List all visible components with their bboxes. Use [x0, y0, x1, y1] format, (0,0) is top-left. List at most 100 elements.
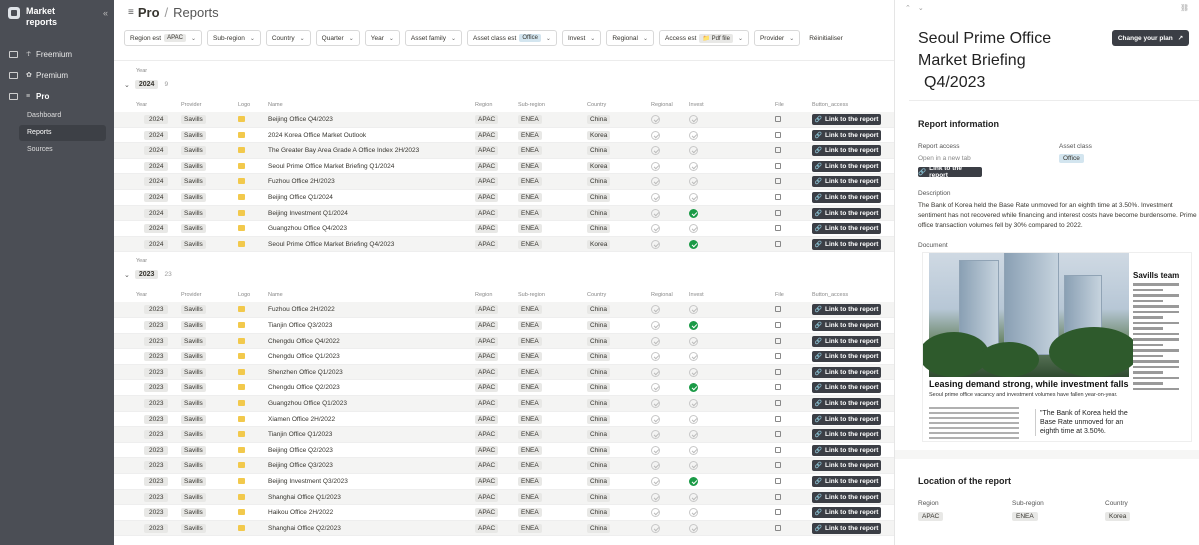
filter-regional[interactable]: Regional ⌄ [606, 30, 655, 46]
link-to-report-button[interactable]: 🔗 Link to the report [812, 491, 881, 503]
report-name[interactable]: Chengdu Office Q4/2022 [268, 337, 340, 346]
pdf-file-icon[interactable] [775, 368, 781, 375]
pdf-file-icon[interactable] [775, 415, 781, 422]
invest-check-icon[interactable] [689, 336, 698, 346]
column-header-regional[interactable]: Regional [651, 102, 673, 108]
table-row[interactable]: 2023 Savills Guangzhou Office Q1/2023 APAC E… [114, 396, 894, 412]
table-row[interactable]: 2024 Savills Seoul Prime Office Market Bri… [114, 236, 894, 253]
regional-check-icon[interactable] [651, 399, 660, 408]
table-row[interactable]: 2023 Savills Shanghai Office Q2/2023 APAC EN… [114, 520, 894, 537]
column-header-country[interactable]: Country [587, 292, 606, 298]
filter-asset-class-est[interactable]: Asset class est Office ⌄ [466, 30, 557, 46]
filter-provider[interactable]: Provider ⌄ [753, 30, 801, 46]
copy-link-icon[interactable]: ⛓ [1180, 4, 1189, 12]
invest-check-icon[interactable] [689, 193, 698, 202]
pdf-file-icon[interactable] [775, 431, 781, 438]
pdf-file-icon[interactable] [775, 225, 781, 232]
sidebar-sub-dashboard[interactable]: Dashboard [19, 108, 106, 124]
report-name[interactable]: Seoul Prime Office Market Briefing Q4/20… [268, 240, 394, 249]
table-row[interactable]: 2024 Savills Beijing Office Q4/2023 APAC ENE… [114, 112, 894, 128]
link-to-report-button[interactable]: 🔗 Link to the report [812, 223, 881, 235]
column-header-provider[interactable]: Provider [181, 102, 201, 108]
column-header-year[interactable]: Year [136, 102, 147, 108]
regional-check-icon[interactable] [651, 130, 660, 140]
table-row[interactable]: 2023 Savills Tianjin Office Q1/2023 APAC ENE… [114, 427, 894, 443]
column-header-region[interactable]: Region [475, 102, 492, 108]
invest-check-icon[interactable] [689, 352, 698, 362]
column-header-provider[interactable]: Provider [181, 292, 201, 298]
column-header-country[interactable]: Country [587, 102, 606, 108]
link-to-report-button[interactable]: 🔗 Link to the report [812, 176, 881, 188]
invest-check-icon[interactable] [689, 321, 698, 330]
pdf-file-icon[interactable] [775, 337, 781, 344]
report-name[interactable]: Beijing Investment Q3/2023 [268, 477, 348, 486]
table-row[interactable]: 2024 Savills The Greater Bay Area Grade A … [114, 143, 894, 159]
document-preview[interactable]: Savills team Leasing demand strong, whil… [922, 252, 1192, 442]
report-name[interactable]: Beijing Office Q3/2023 [268, 461, 333, 470]
report-name[interactable]: Chengdu Office Q1/2023 [268, 352, 340, 361]
filter-region-est[interactable]: Region est APAC ⌄ [124, 30, 203, 46]
column-header-button[interactable]: Button_access [812, 102, 848, 108]
pdf-file-icon[interactable] [775, 400, 781, 406]
regional-check-icon[interactable] [651, 445, 660, 455]
collapse-sidebar-icon[interactable]: « [103, 8, 108, 18]
sidebar-item-freemium[interactable]: ☥ Freemium [0, 47, 114, 61]
invest-check-icon[interactable] [689, 305, 698, 315]
column-header-invest[interactable]: Invest [689, 292, 704, 298]
invest-check-icon[interactable] [689, 399, 698, 408]
regional-check-icon[interactable] [651, 414, 660, 424]
report-name[interactable]: The Greater Bay Area Grade A Office Inde… [268, 146, 419, 155]
pdf-file-icon[interactable] [775, 306, 781, 313]
filter-invest[interactable]: Invest ⌄ [561, 30, 602, 46]
invest-check-icon[interactable] [689, 492, 698, 502]
link-to-report-button[interactable]: 🔗 Link to the report [812, 320, 881, 331]
change-plan-button[interactable]: Change your plan ↗ [1112, 30, 1189, 46]
panel-link-button[interactable]: 🔗 Link to the report [918, 165, 982, 179]
filter-year[interactable]: Year ⌄ [364, 30, 400, 46]
breadcrumb-reports[interactable]: Reports [173, 5, 219, 20]
table-row[interactable]: 2023 Savills Tianjin Office Q3/2023 APAC ENE… [114, 318, 894, 334]
pdf-file-icon[interactable] [775, 147, 781, 154]
report-name[interactable]: Fuzhou Office 2H/2023 [268, 177, 335, 186]
report-name[interactable]: Fuzhou Office 2H/2022 [268, 305, 335, 314]
regional-check-icon[interactable] [651, 321, 660, 330]
sidebar-item-pro[interactable]: ≡ Pro [0, 89, 114, 103]
table-row[interactable]: 2024 Savills 2024 Korea Office Market Outl… [114, 128, 894, 144]
reset-filters-button[interactable]: Réinitialiser [805, 30, 847, 46]
filter-access-est[interactable]: Access est 📁 Pdf file ⌄ [659, 30, 749, 46]
table-row[interactable]: 2024 Savills Guangzhou Office Q4/2023 APAC E… [114, 221, 894, 237]
report-name[interactable]: Xiamen Office 2H/2022 [268, 415, 335, 424]
link-to-report-button[interactable]: 🔗 Link to the report [812, 429, 881, 441]
invest-check-icon[interactable] [689, 461, 698, 471]
pdf-file-icon[interactable] [775, 493, 781, 500]
pdf-file-icon[interactable] [775, 524, 781, 531]
report-name[interactable]: Shanghai Office Q2/2023 [268, 524, 341, 533]
workspace-title[interactable]: Market reports [26, 6, 86, 28]
regional-check-icon[interactable] [651, 224, 660, 234]
pdf-file-icon[interactable] [775, 322, 781, 328]
sidebar-sub-sources[interactable]: Sources [19, 142, 106, 158]
pdf-file-icon[interactable] [775, 462, 781, 469]
filter-quarter[interactable]: Quarter ⌄ [315, 30, 360, 46]
regional-check-icon[interactable] [651, 508, 660, 518]
pdf-file-icon[interactable] [775, 178, 781, 185]
link-to-report-button[interactable]: 🔗 Link to the report [812, 476, 881, 487]
table-row[interactable]: 2023 Savills Xiamen Office 2H/2022 APAC ENEA… [114, 412, 894, 428]
regional-check-icon[interactable] [651, 430, 660, 440]
invest-check-icon[interactable] [689, 414, 698, 424]
regional-check-icon[interactable] [651, 352, 660, 362]
link-to-report-button[interactable]: 🔗 Link to the report [812, 366, 881, 378]
pdf-file-icon[interactable] [775, 509, 781, 516]
pdf-file-icon[interactable] [775, 209, 781, 216]
next-icon[interactable]: ⌄ [918, 4, 924, 12]
link-to-report-button[interactable]: 🔗 Link to the report [812, 398, 881, 409]
table-row[interactable]: 2024 Savills Beijing Investment Q1/2024 APA… [114, 205, 894, 222]
link-to-report-button[interactable]: 🔗 Link to the report [812, 335, 881, 347]
report-name[interactable]: Shanghai Office Q1/2023 [268, 493, 341, 502]
column-header-regional[interactable]: Regional [651, 292, 673, 298]
column-header-logo[interactable]: Logo [238, 292, 250, 298]
link-to-report-button[interactable]: 🔗 Link to the report [812, 460, 881, 472]
invest-check-icon[interactable] [689, 224, 698, 234]
report-name[interactable]: Beijing Office Q1/2024 [268, 193, 333, 202]
invest-check-icon[interactable] [689, 146, 698, 156]
